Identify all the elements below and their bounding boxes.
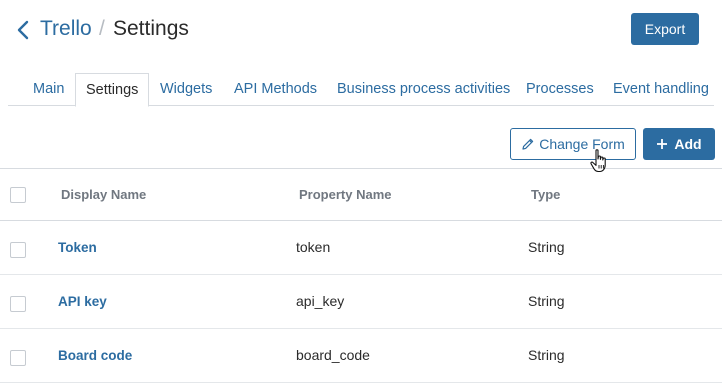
page-title: Settings <box>113 17 189 40</box>
chevron-left-icon[interactable] <box>14 19 34 41</box>
select-all-checkbox[interactable] <box>10 187 26 203</box>
change-form-button[interactable]: Change Form <box>510 128 636 160</box>
tab-processes[interactable]: Processes <box>516 73 604 106</box>
tab-settings[interactable]: Settings <box>75 73 150 107</box>
row-checkbox[interactable] <box>10 242 26 258</box>
display-name-link[interactable]: Board code <box>58 348 132 363</box>
tab-api-methods[interactable]: API Methods <box>224 73 327 106</box>
table-header: Display Name Property Name Type <box>0 169 722 221</box>
table-row: API key api_key String <box>0 275 722 329</box>
column-header-display-name: Display Name <box>61 187 147 202</box>
type-cell: String <box>528 293 565 309</box>
add-label: Add <box>674 136 702 152</box>
property-name-cell: board_code <box>296 347 370 363</box>
plus-icon <box>657 139 668 149</box>
change-form-label: Change Form <box>539 136 625 152</box>
display-name-link[interactable]: Token <box>58 240 97 255</box>
add-button[interactable]: Add <box>643 128 715 160</box>
row-checkbox[interactable] <box>10 350 26 366</box>
table-row: Board code board_code String <box>0 329 722 383</box>
export-button[interactable]: Export <box>631 13 699 45</box>
tab-widgets[interactable]: Widgets <box>150 73 222 106</box>
tab-event-handling[interactable]: Event handling <box>603 73 719 106</box>
type-cell: String <box>528 347 565 363</box>
type-cell: String <box>528 239 565 255</box>
column-header-type: Type <box>531 187 561 202</box>
breadcrumb-app-link[interactable]: Trello <box>40 17 92 41</box>
display-name-link[interactable]: API key <box>58 294 107 309</box>
breadcrumb-separator: / <box>99 17 105 40</box>
page-header: Trello / Settings Export <box>0 0 722 60</box>
tab-business-process-activities[interactable]: Business process activities <box>327 73 520 106</box>
pencil-icon <box>522 138 534 150</box>
tab-main[interactable]: Main <box>23 73 74 106</box>
properties-table: Display Name Property Name Type Token to… <box>0 169 722 383</box>
property-name-cell: token <box>296 239 331 255</box>
tab-bar: Main Settings Widgets API Methods Busine… <box>8 73 714 107</box>
column-header-property-name: Property Name <box>299 187 392 202</box>
property-name-cell: api_key <box>296 293 345 309</box>
table-row: Token token String <box>0 221 722 275</box>
toolbar: Change Form Add <box>0 106 722 169</box>
row-checkbox[interactable] <box>10 296 26 312</box>
